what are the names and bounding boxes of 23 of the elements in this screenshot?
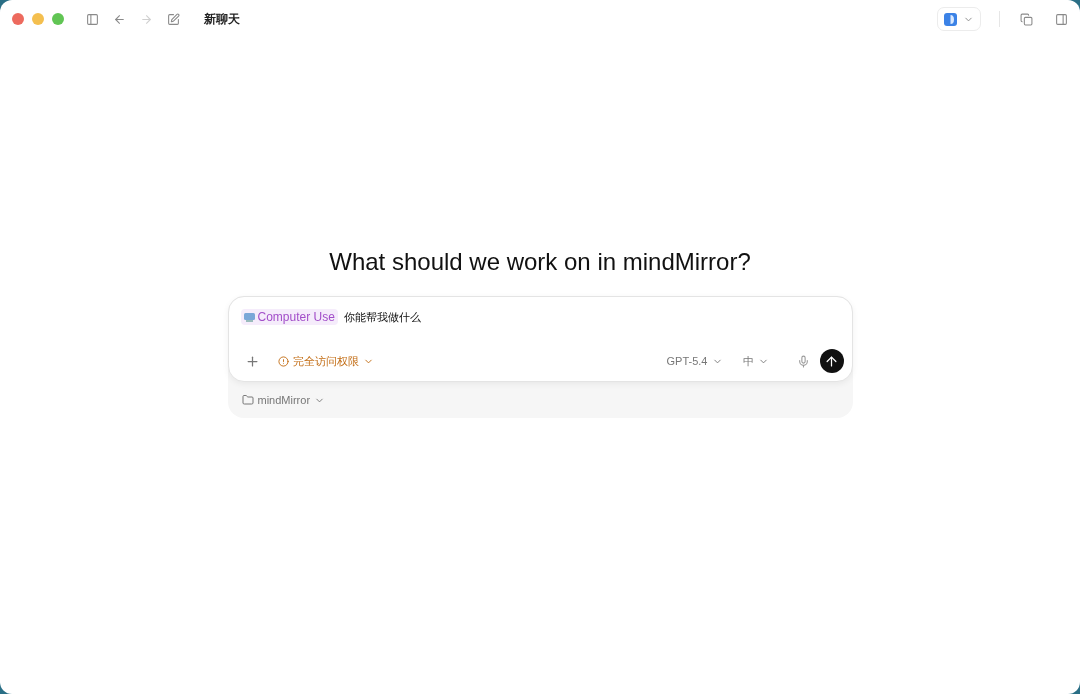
sidebar-toggle-icon[interactable]: [86, 12, 99, 26]
monitor-icon: [243, 311, 255, 323]
window-title: 新聊天: [204, 10, 240, 28]
back-arrow-icon[interactable]: [113, 12, 126, 26]
model-dropdown[interactable]: GPT-5.4: [662, 355, 727, 367]
plus-icon: [244, 353, 260, 369]
send-button[interactable]: [819, 349, 844, 373]
access-dropdown[interactable]: 完全访问权限: [273, 353, 378, 369]
folder-icon: [241, 394, 254, 406]
mic-icon: [796, 354, 810, 368]
project-dropdown[interactable]: mindMirror: [237, 394, 330, 406]
warning-icon: [277, 355, 289, 367]
skill-chip[interactable]: Computer Use: [240, 309, 338, 325]
effort-dropdown[interactable]: 中: [738, 353, 773, 369]
app-icon: [944, 12, 957, 26]
close-icon[interactable]: [12, 13, 24, 25]
windows-icon[interactable]: [1020, 12, 1033, 26]
app-picker[interactable]: [937, 7, 981, 31]
new-chat-icon[interactable]: [167, 12, 180, 26]
panel-right-icon[interactable]: [1055, 12, 1068, 26]
zoom-icon[interactable]: [52, 13, 64, 25]
heading: What should we work on in mindMirror?: [329, 248, 751, 276]
prompt-text[interactable]: 你能帮我做什么: [343, 309, 421, 325]
